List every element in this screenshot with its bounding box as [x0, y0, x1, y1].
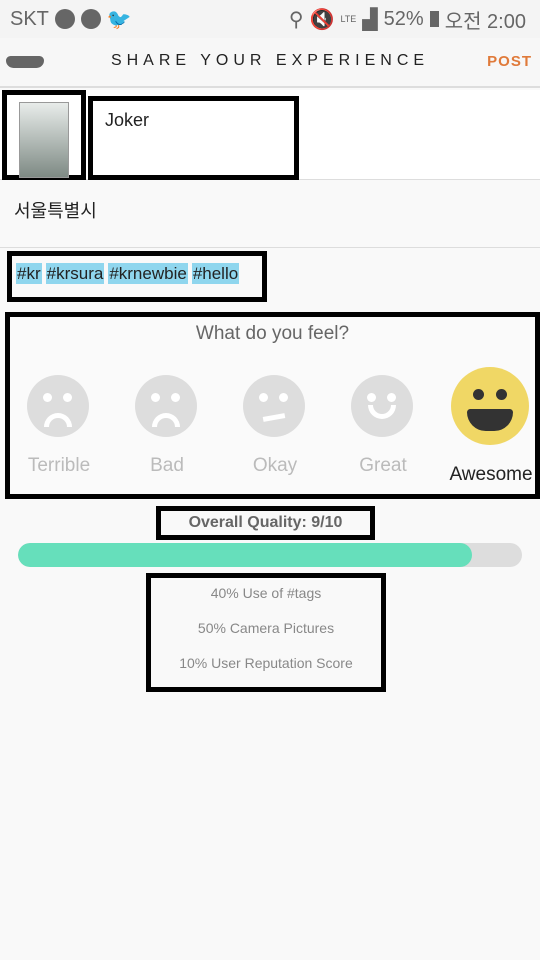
feeling-selector: What do you feel? Terrible Bad Okay Grea…: [5, 312, 540, 499]
photo-thumbnail[interactable]: [2, 90, 86, 180]
tag: #krsura: [45, 263, 105, 284]
quality-label: Overall Quality: 9/10: [156, 506, 375, 540]
quality-breakdown: 40% Use of #tags 50% Camera Pictures 10%…: [146, 573, 386, 692]
clock: 오전 2:00: [444, 10, 526, 33]
quality-progress-fill: [18, 543, 472, 567]
mute-icon: 🔇: [309, 8, 335, 31]
signal-icon: ▟: [362, 8, 378, 31]
breakdown-item: 40% Use of #tags: [210, 585, 322, 601]
quality-progress-bar: [18, 543, 522, 567]
carrier: SKT: [10, 7, 49, 30]
battery-percent: 52%: [383, 7, 424, 30]
tags-field[interactable]: #kr #krsura #krnewbie #hello: [7, 251, 267, 302]
lte-icon: LTE: [340, 14, 357, 24]
page-title: SHARE YOUR EXPERIENCE: [110, 52, 430, 69]
great-label[interactable]: Great: [328, 455, 438, 477]
okay-face-icon[interactable]: [243, 375, 305, 437]
tag: #hello: [191, 263, 240, 284]
twitter-icon: 🐦: [106, 8, 132, 31]
header: SHARE YOUR EXPERIENCE POST: [0, 38, 540, 88]
telegram-icon: [54, 9, 75, 29]
awesome-face-icon[interactable]: [451, 367, 529, 445]
feeling-question: What do you feel?: [195, 323, 350, 344]
photo-image: [19, 102, 69, 178]
battery-icon: [429, 11, 439, 27]
breakdown-item: 50% Camera Pictures: [197, 620, 335, 636]
great-face-icon[interactable]: [351, 375, 413, 437]
tag: #kr: [16, 263, 42, 284]
terrible-face-icon[interactable]: [27, 375, 89, 437]
name-field[interactable]: Joker: [88, 96, 299, 180]
globe-icon: [80, 9, 101, 29]
location-icon: ⚲: [288, 8, 304, 31]
bad-label[interactable]: Bad: [112, 455, 222, 477]
tag: #krnewbie: [108, 263, 188, 284]
location-field[interactable]: 서울특별시: [0, 181, 540, 248]
breakdown-item: 10% User Reputation Score: [179, 655, 353, 671]
bad-face-icon[interactable]: [135, 375, 197, 437]
awesome-label[interactable]: Awesome: [435, 464, 540, 486]
terrible-label[interactable]: Terrible: [4, 455, 114, 477]
okay-label[interactable]: Okay: [220, 455, 330, 477]
post-button[interactable]: POST: [487, 53, 532, 70]
status-bar: SKT 🐦 ⚲ 🔇 LTE ▟ 52% 오전 2:00: [0, 0, 540, 38]
